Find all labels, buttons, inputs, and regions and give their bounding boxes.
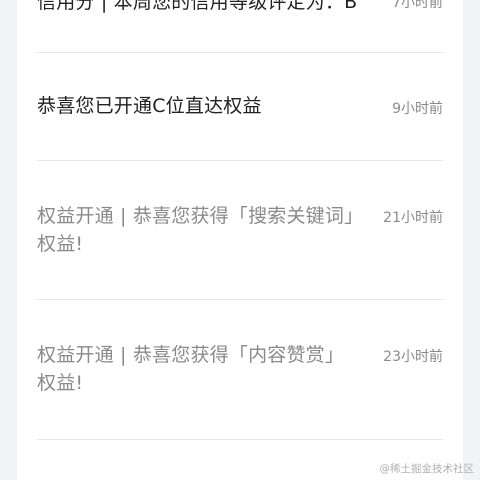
notification-time: 23小时前	[383, 349, 443, 365]
notification-item-credit-score[interactable]: 信用分 | 本周您的信用等级评定为：B 7小时前	[37, 0, 443, 53]
notification-item-content-reward[interactable]: 权益开通 | 恭喜您获得「内容赞赏」权益! 23小时前	[37, 300, 443, 440]
notification-title: 权益开通 | 恭喜您获得「搜索关键词」权益!	[37, 205, 354, 255]
notification-item-c-position[interactable]: 恭喜您已开通C位直达权益 9小时前	[37, 52, 443, 161]
notification-title: 恭喜您已开通C位直达权益	[37, 95, 262, 117]
notification-time: 9小时前	[392, 101, 443, 117]
notification-title: 信用分 | 本周您的信用等级评定为：B	[37, 0, 358, 13]
notification-panel: 信用分 | 本周您的信用等级评定为：B 7小时前 恭喜您已开通C位直达权益 9小…	[17, 0, 463, 480]
notification-item-search-keyword[interactable]: 权益开通 | 恭喜您获得「搜索关键词」权益! 21小时前	[37, 161, 443, 300]
notification-title: 权益开通 | 恭喜您获得「内容赞赏」权益!	[37, 344, 345, 394]
notification-time: 7小时前	[392, 0, 443, 11]
notification-time: 21小时前	[383, 210, 443, 226]
watermark: @稀土掘金技术社区	[379, 463, 475, 475]
